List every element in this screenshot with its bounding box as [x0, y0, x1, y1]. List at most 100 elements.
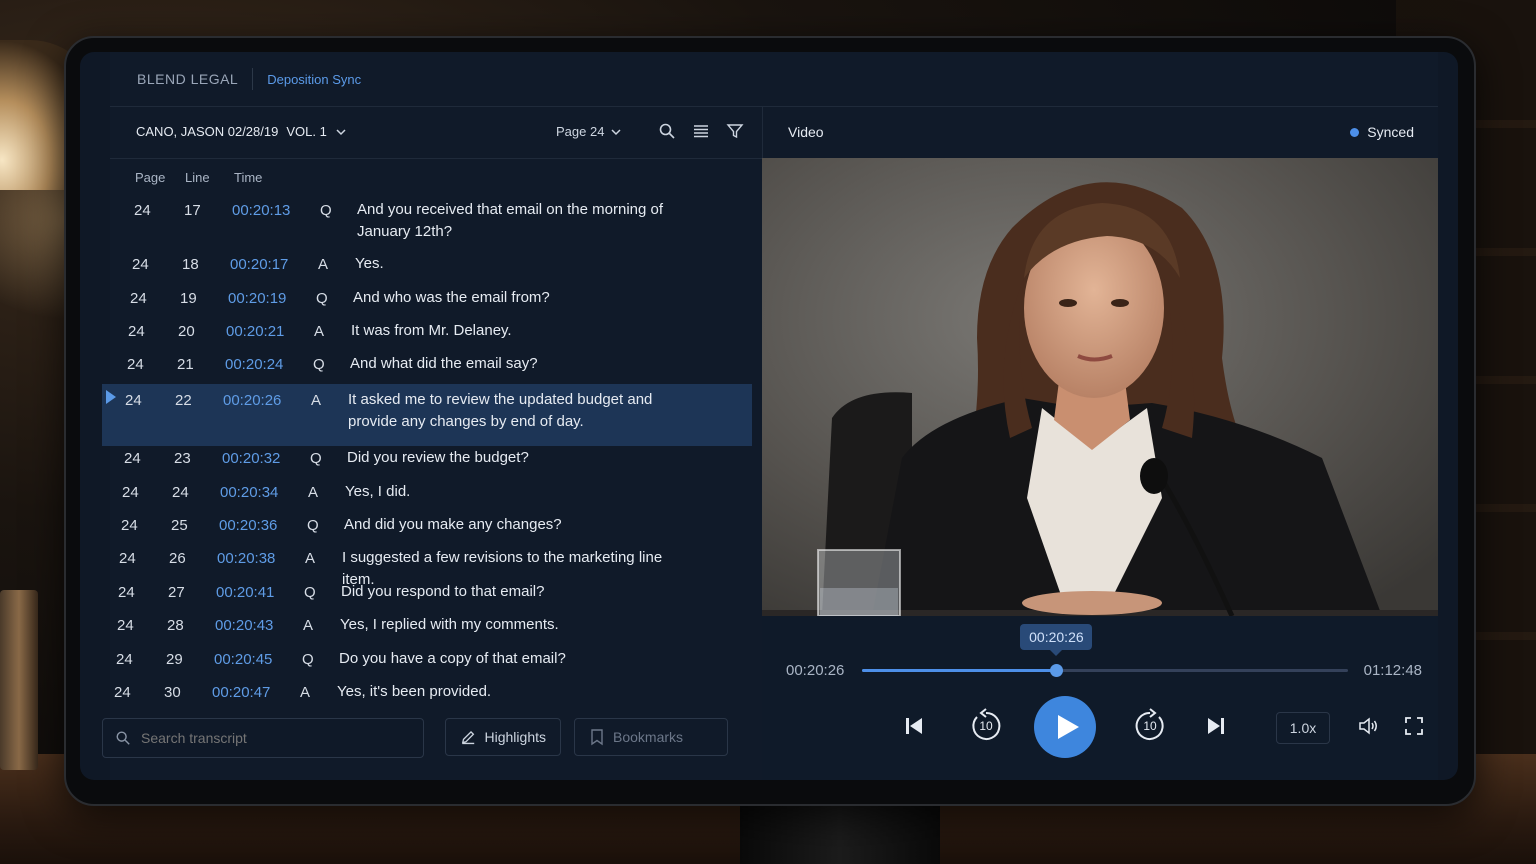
line-number: 23 [174, 450, 191, 467]
speaker-type: A [314, 323, 325, 340]
transcript-text: And did you make any changes? [344, 516, 562, 533]
transcript-row[interactable]: 24 18 00:20:17 A Yes. [110, 252, 762, 282]
transcript-row-active[interactable]: 24 22 00:20:26 A It asked me to review the u… [102, 384, 752, 446]
line-number: 22 [175, 392, 192, 409]
video-title: Video [788, 124, 824, 140]
transcript-text: And who was the email from? [353, 289, 550, 306]
speaker-type: Q [316, 290, 328, 307]
search-icon[interactable] [658, 122, 676, 140]
divider [252, 68, 254, 90]
timestamp-link[interactable]: 00:20:43 [215, 617, 273, 634]
highlights-button[interactable]: Highlights [445, 718, 561, 756]
page-selector[interactable]: Page 24 [556, 124, 622, 139]
timestamp-link[interactable]: 00:20:34 [220, 484, 278, 501]
timestamp-link[interactable]: 00:20:36 [219, 517, 277, 534]
transcript-row[interactable]: 24 29 00:20:45 Q Do you have a copy of that … [110, 647, 762, 677]
speaker-type: A [308, 484, 319, 501]
chevron-down-icon [336, 128, 346, 135]
line-number: 27 [168, 584, 185, 601]
page-number: 24 [134, 202, 151, 219]
volume-button[interactable] [1356, 714, 1380, 738]
column-header-time: Time [234, 170, 263, 185]
line-number: 18 [182, 256, 199, 273]
timestamp-link[interactable]: 00:20:19 [228, 290, 286, 307]
timestamp-link[interactable]: 00:20:13 [232, 202, 290, 219]
timestamp-link[interactable]: 00:20:47 [212, 684, 270, 701]
transcript-row[interactable]: 24 20 00:20:21 A It was from Mr. Delaney. [110, 319, 762, 349]
speaker-type: Q [310, 450, 322, 467]
transcript-row[interactable]: 24 24 00:20:34 A Yes, I did. [110, 480, 762, 510]
transcript-text: It asked me to review the updated budget… [348, 391, 653, 430]
transcript-row[interactable]: 24 25 00:20:36 Q And did you make any change… [110, 513, 762, 543]
video-panel: Video Synced 00:20:26 01:12:48 00:20:26 … [762, 106, 1438, 780]
transcript-row[interactable]: 24 30 00:20:47 A Yes, it's been provided. [110, 680, 762, 710]
bookmarks-button[interactable]: Bookmarks [574, 718, 728, 756]
transcript-row[interactable]: 24 19 00:20:19 Q And who was the email from? [110, 286, 762, 316]
skip-to-end-button[interactable] [1204, 714, 1228, 738]
timestamp-link[interactable]: 00:20:17 [230, 256, 288, 273]
sync-status-label: Synced [1367, 124, 1414, 140]
module-tab-deposition-sync[interactable]: Deposition Sync [267, 72, 361, 87]
forward-seconds: 10 [1143, 719, 1157, 733]
transcript-row[interactable]: 24 21 00:20:24 Q And what did the email say? [110, 352, 762, 382]
playback-speed-button[interactable]: 1.0x [1276, 712, 1330, 744]
page-selector-label: Page 24 [556, 124, 605, 139]
witness-video-frame [762, 158, 1438, 616]
timestamp-link[interactable]: 00:20:24 [225, 356, 283, 373]
play-icon [1058, 715, 1079, 739]
timestamp-link[interactable]: 00:20:32 [222, 450, 280, 467]
video-player[interactable] [762, 158, 1438, 616]
search-transcript-input[interactable] [139, 729, 403, 747]
transcript-panel: CANO, JASON 02/28/19 VOL. 1 Page 24 Page… [102, 106, 763, 780]
speaker-type: Q [313, 356, 325, 373]
speaker-type: A [318, 256, 329, 273]
page-number: 24 [130, 290, 147, 307]
timestamp-link[interactable]: 00:20:41 [216, 584, 274, 601]
bookmarks-label: Bookmarks [613, 729, 684, 745]
seek-handle[interactable] [1050, 664, 1064, 677]
speaker-type: Q [320, 202, 332, 219]
column-header-line: Line [185, 170, 210, 185]
top-bar: BLEND LEGAL Deposition Sync [110, 52, 1438, 107]
timestamp-link[interactable]: 00:20:38 [217, 550, 275, 567]
line-number: 30 [164, 684, 181, 701]
page-number: 24 [117, 617, 134, 634]
forward-10-button[interactable]: 10 [1132, 708, 1168, 744]
volume-icon [1359, 717, 1377, 735]
video-header: Video Synced [762, 106, 1438, 158]
page-number: 24 [121, 517, 138, 534]
transcript-row[interactable]: 24 26 00:20:38 A I suggested a few revisions… [110, 546, 762, 588]
case-selector[interactable]: CANO, JASON 02/28/19 VOL. 1 [136, 124, 347, 139]
pencil-icon [461, 730, 475, 745]
app-window: BLEND LEGAL Deposition Sync CANO, JASON … [102, 52, 1438, 780]
speaker-type: Q [307, 517, 319, 534]
transcript-row[interactable]: 24 23 00:20:32 Q Did you review the budget? [110, 446, 762, 476]
fullscreen-button[interactable] [1402, 714, 1426, 738]
page-number: 24 [114, 684, 131, 701]
play-button[interactable] [1034, 696, 1096, 758]
transcript-row[interactable]: 24 28 00:20:43 A Yes, I replied with my comm… [110, 613, 762, 643]
fullscreen-icon [1405, 717, 1423, 735]
line-number: 26 [169, 550, 186, 567]
transcript-text: Yes, I did. [345, 483, 411, 500]
time-tooltip: 00:20:26 [1020, 624, 1093, 656]
transcript-row[interactable]: 24 27 00:20:41 Q Did you respond to that ema… [110, 580, 762, 610]
pen-cup [0, 590, 38, 770]
rewind-10-button[interactable]: 10 [968, 708, 1004, 744]
speaker-type: A [305, 550, 316, 567]
timestamp-link[interactable]: 00:20:26 [223, 392, 281, 409]
timestamp-link[interactable]: 00:20:45 [214, 651, 272, 668]
page-number: 24 [122, 484, 139, 501]
skip-to-start-button[interactable] [902, 714, 926, 738]
filter-icon[interactable] [726, 122, 744, 140]
current-time: 00:20:26 [786, 662, 845, 679]
sync-dot-icon [1350, 127, 1360, 137]
search-transcript-box[interactable] [102, 718, 424, 758]
line-number: 19 [180, 290, 197, 307]
transcript-text: And what did the email say? [350, 355, 538, 372]
line-number: 28 [167, 617, 184, 634]
list-icon[interactable] [692, 122, 710, 140]
timestamp-link[interactable]: 00:20:21 [226, 323, 284, 340]
transcript-row[interactable]: 24 17 00:20:13 Q And you received that email… [110, 198, 762, 246]
seek-bar[interactable]: 00:20:26 [862, 624, 1348, 677]
